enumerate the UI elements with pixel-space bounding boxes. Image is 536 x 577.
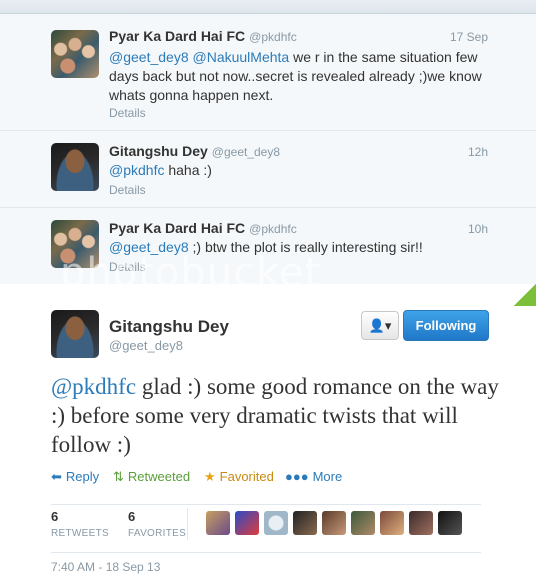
avatar[interactable] [51, 143, 99, 191]
tweet-author[interactable]: Gitangshu Dey @geet_dey8 [109, 143, 280, 159]
author-handle: @pkdhfc [249, 30, 297, 44]
author-handle: @geet_dey8 [211, 145, 281, 159]
author-name: Pyar Ka Dard Hai FC [109, 220, 246, 236]
tweet-time[interactable]: 17 Sep [450, 30, 488, 44]
author-name: Gitangshu Dey [109, 143, 208, 159]
tweet-timestamp[interactable]: 7:40 AM - 18 Sep 13 [51, 560, 160, 574]
avatar[interactable] [206, 511, 230, 535]
reply-label: Reply [65, 469, 100, 484]
conversation-tweet[interactable]: Gitangshu Dey @geet_dey8 12h @pkdhfc haha… [0, 131, 536, 208]
favorites-count: 6 [128, 509, 136, 524]
avatar[interactable] [293, 511, 317, 535]
more-button[interactable]: ●●● More [285, 469, 342, 484]
favorites-stat[interactable]: 6 FAVORITES [128, 509, 186, 539]
following-button[interactable]: Following [403, 310, 489, 341]
reply-icon: ⬅ [51, 469, 62, 484]
tweet-body: haha :) [164, 162, 212, 178]
tweet-text: @pkdhfc haha :) [109, 161, 499, 180]
author-name: Pyar Ka Dard Hai FC [109, 28, 246, 44]
divider [51, 552, 481, 553]
tweet-text: @pkdhfc glad :) some good romance on the… [51, 372, 501, 459]
reply-button[interactable]: ⬅ Reply [51, 469, 99, 485]
author-handle: @pkdhfc [249, 222, 297, 236]
avatar[interactable] [380, 511, 404, 535]
star-icon: ★ [204, 469, 216, 484]
avatar[interactable] [51, 30, 99, 78]
avatar[interactable] [438, 511, 462, 535]
author-handle[interactable]: @geet_dey8 [109, 338, 183, 353]
avatar[interactable] [51, 310, 99, 358]
retweets-count: 6 [51, 509, 59, 524]
retweet-icon: ⇅ [113, 469, 124, 484]
mention-link[interactable]: @geet_dey8 @NakuulMehta [109, 49, 289, 65]
avatar[interactable] [322, 511, 346, 535]
mention-link[interactable]: @pkdhfc [51, 374, 136, 399]
more-label: More [312, 469, 343, 484]
mention-link[interactable]: @pkdhfc [109, 162, 164, 178]
top-bar [0, 0, 536, 14]
avatar[interactable] [235, 511, 259, 535]
stats-divider [187, 508, 188, 540]
conversation-list: Pyar Ka Dard Hai FC @pkdhfc 17 Sep @geet_… [0, 14, 536, 284]
details-link[interactable]: Details [109, 106, 146, 120]
tweet-stats: 6 RETWEETS 6 FAVORITES [51, 504, 481, 544]
expanded-tweet: Gitangshu Dey @geet_dey8 👤▾ Following @p… [0, 284, 536, 577]
tweet-author[interactable]: Pyar Ka Dard Hai FC @pkdhfc [109, 28, 297, 44]
tweet-text: @geet_dey8 @NakuulMehta we r in the same… [109, 48, 499, 105]
tweet-time[interactable]: 12h [468, 145, 488, 159]
retweets-label: RETWEETS [51, 528, 109, 539]
avatar[interactable] [409, 511, 433, 535]
favorited-label: Favorited [219, 469, 274, 484]
author-name[interactable]: Gitangshu Dey [109, 317, 229, 337]
avatar[interactable] [264, 511, 288, 535]
tweet-time[interactable]: 10h [468, 222, 488, 236]
user-dropdown-icon: 👤▾ [368, 318, 392, 333]
more-dots-icon: ●●● [285, 469, 309, 484]
conversation-tweet[interactable]: Pyar Ka Dard Hai FC @pkdhfc 17 Sep @geet_… [0, 14, 536, 131]
favorited-button[interactable]: ★ Favorited [204, 469, 274, 485]
user-dropdown-button[interactable]: 👤▾ [361, 311, 399, 340]
retweeted-label: Retweeted [127, 469, 191, 484]
retweets-stat[interactable]: 6 RETWEETS [51, 509, 109, 539]
favorites-label: FAVORITES [128, 528, 187, 539]
tweet-author[interactable]: Pyar Ka Dard Hai FC @pkdhfc [109, 220, 297, 236]
retweeted-button[interactable]: ⇅ Retweeted [113, 469, 190, 485]
avatar[interactable] [351, 511, 375, 535]
details-link[interactable]: Details [109, 183, 146, 197]
